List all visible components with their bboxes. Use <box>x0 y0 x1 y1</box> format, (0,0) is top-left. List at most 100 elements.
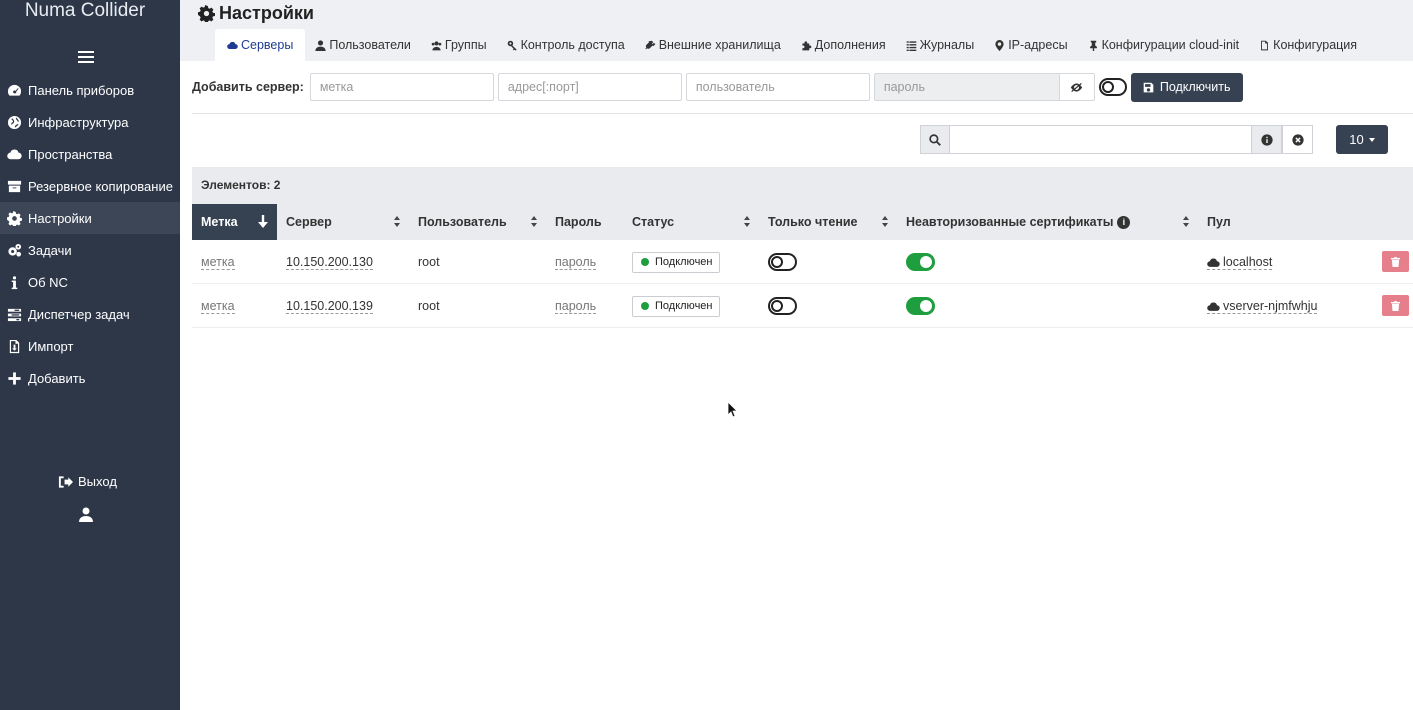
thumbtack-icon <box>1089 40 1097 51</box>
cloud-icon <box>6 146 22 162</box>
column-title: Пул <box>1207 215 1231 229</box>
user-icon[interactable] <box>79 507 93 522</box>
column-header-status[interactable]: Статус <box>623 204 759 240</box>
sidebar-item-infrastructure[interactable]: Инфраструктура <box>0 106 180 138</box>
password-editable[interactable]: пароль <box>555 255 597 270</box>
gear-icon <box>6 210 22 226</box>
sidebar-item-label: Добавить <box>28 370 86 386</box>
column-header-read-only[interactable]: Только чтение <box>759 204 897 240</box>
read-only-toggle[interactable] <box>768 253 797 271</box>
unauthorized-certs-toggle[interactable] <box>906 297 935 315</box>
sidebar-item-settings[interactable]: Настройки <box>0 202 180 234</box>
column-header-unauthorized-certs[interactable]: Неавторизованные сертификаты i <box>897 204 1198 240</box>
sidebar-item-label: Импорт <box>28 338 74 354</box>
label-editable[interactable]: метка <box>201 255 235 270</box>
add-server-form: Добавить сервер: Подключить <box>192 72 1243 102</box>
password-editable[interactable]: пароль <box>555 299 597 314</box>
column-title: Пароль <box>555 215 602 229</box>
sidebar-item-add[interactable]: Добавить <box>0 362 180 394</box>
tab-ip-addresses[interactable]: IP-адресы <box>984 29 1077 61</box>
sidebar-item-import[interactable]: Импорт <box>0 330 180 362</box>
tab-groups[interactable]: Группы <box>421 29 497 61</box>
trash-icon <box>1391 300 1400 311</box>
cell-unauthorized-certs <box>897 284 1198 328</box>
show-password-button[interactable] <box>1058 73 1095 101</box>
settings-tabs: Серверы Пользователи Группы Контроль дос… <box>215 29 1367 61</box>
label-input[interactable] <box>309 73 494 101</box>
eye-slash-icon <box>1071 82 1083 92</box>
delete-server-button[interactable] <box>1382 251 1409 272</box>
cell-user: root <box>409 284 546 328</box>
times-circle-icon <box>1291 133 1304 146</box>
column-header-server[interactable]: Сервер <box>277 204 409 240</box>
tab-external-storage[interactable]: Внешние хранилища <box>635 29 791 61</box>
status-badge[interactable]: Подключен <box>632 295 720 317</box>
sidebar-item-task-manager[interactable]: Диспетчер задач <box>0 298 180 330</box>
tab-plugins[interactable]: Дополнения <box>791 29 896 61</box>
label-editable[interactable]: метка <box>201 299 235 314</box>
table-row: метка 10.150.200.130 root пароль Подключ… <box>192 240 1413 284</box>
clear-filter-button[interactable] <box>1282 125 1313 154</box>
tab-cloud-init-configs[interactable]: Конфигурации cloud-init <box>1078 29 1250 61</box>
sidebar-item-dashboard[interactable]: Панель приборов <box>0 74 180 106</box>
sidebar-item-label: Диспетчер задач <box>28 306 130 322</box>
mouse-cursor-icon <box>728 402 738 418</box>
tab-logs[interactable]: Журналы <box>896 29 985 61</box>
sidebar-item-label: Настройки <box>28 210 92 226</box>
filter-help-button[interactable] <box>1251 125 1282 154</box>
pool-link[interactable]: vserver-njmfwhju <box>1207 299 1318 314</box>
server-address-editable[interactable]: 10.150.200.130 <box>286 255 373 270</box>
tab-label: Контроль доступа <box>520 38 625 52</box>
tab-label: IP-адресы <box>1008 38 1068 52</box>
read-only-toggle[interactable] <box>768 297 797 315</box>
column-title: Метка <box>201 215 238 229</box>
puzzle-icon <box>802 40 812 50</box>
cell-read-only <box>759 240 897 284</box>
tab-access-control[interactable]: Контроль доступа <box>497 29 635 61</box>
sidebar-item-spaces[interactable]: Пространства <box>0 138 180 170</box>
tab-users[interactable]: Пользователи <box>305 29 421 61</box>
info-icon[interactable]: i <box>1117 215 1131 229</box>
users-icon <box>431 40 442 50</box>
file-icon <box>1261 40 1269 50</box>
status-badge[interactable]: Подключен <box>632 251 720 273</box>
sidebar-item-jobs[interactable]: Задачи <box>0 234 180 266</box>
tab-configuration[interactable]: Конфигурация <box>1249 29 1367 61</box>
cell-label: метка <box>192 240 277 284</box>
save-icon <box>1143 82 1154 92</box>
search-input[interactable] <box>950 125 1251 154</box>
sort-icon <box>744 216 751 227</box>
unauthorized-certs-toggle[interactable] <box>906 253 935 271</box>
archive-icon <box>6 178 22 194</box>
column-header-pool: Пул <box>1198 204 1413 240</box>
username-editable[interactable]: root <box>418 299 440 313</box>
cell-unauthorized-certs <box>897 240 1198 284</box>
sidebar-item-about[interactable]: Об NC <box>0 266 180 298</box>
items-per-page-dropdown[interactable]: 10 <box>1336 125 1388 154</box>
cell-user: root <box>409 240 546 284</box>
tasks-icon <box>6 306 22 322</box>
sidebar-item-label: Резервное копирование <box>28 178 173 194</box>
allow-unauthorized-toggle[interactable] <box>1098 78 1127 96</box>
connect-button[interactable]: Подключить <box>1130 72 1243 102</box>
cell-read-only <box>759 284 897 328</box>
app-title: Numa Collider <box>24 0 146 21</box>
sidebar-item-backup[interactable]: Резервное копирование <box>0 170 180 202</box>
logout-button[interactable]: Выход <box>58 474 117 489</box>
username-editable[interactable]: root <box>418 255 440 269</box>
cell-pool: vserver-njmfwhju <box>1198 284 1413 328</box>
username-input[interactable] <box>685 73 870 101</box>
server-address-editable[interactable]: 10.150.200.139 <box>286 299 373 314</box>
delete-server-button[interactable] <box>1382 295 1409 316</box>
pool-link[interactable]: localhost <box>1207 255 1273 270</box>
column-header-label[interactable]: Метка <box>192 204 277 240</box>
sort-icon <box>1183 216 1190 227</box>
address-input[interactable] <box>497 73 682 101</box>
cell-server: 10.150.200.130 <box>277 240 409 284</box>
password-input[interactable] <box>873 73 1059 101</box>
column-header-user[interactable]: Пользователь <box>409 204 546 240</box>
cell-pool: localhost <box>1198 240 1413 284</box>
info-circle-icon <box>1260 133 1273 146</box>
tab-servers[interactable]: Серверы <box>215 29 306 61</box>
hamburger-menu-icon[interactable] <box>78 51 94 64</box>
